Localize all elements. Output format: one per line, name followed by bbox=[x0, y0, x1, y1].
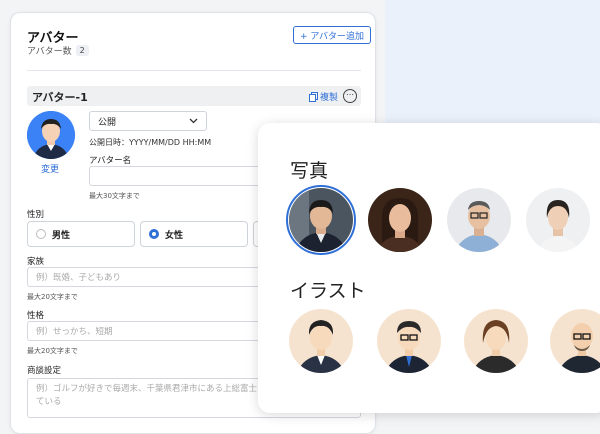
radio-male bbox=[36, 229, 46, 239]
name-label: アバター名 bbox=[89, 156, 132, 166]
gender-label: 性別 bbox=[27, 210, 45, 220]
status-select-value: 公開 bbox=[98, 117, 117, 128]
duplicate-button[interactable]: 複製 bbox=[309, 90, 338, 103]
gender-option-female[interactable]: 女性 bbox=[140, 221, 248, 247]
add-avatar-button[interactable]: + アバター追加 bbox=[293, 26, 372, 44]
duplicate-label: 複製 bbox=[320, 93, 339, 103]
avatar-picker-card: 写真 イラスト bbox=[258, 123, 600, 413]
avatar-image bbox=[27, 111, 75, 159]
family-hint: 最大20文字まで bbox=[27, 293, 78, 301]
radio-female-selected bbox=[149, 229, 159, 239]
illust-option-3[interactable] bbox=[464, 309, 528, 373]
name-hint: 最大30文字まで bbox=[89, 192, 140, 200]
divider bbox=[27, 70, 361, 71]
photo-option-4[interactable] bbox=[526, 188, 590, 252]
avatar-count-label: アバター数 bbox=[27, 47, 72, 57]
personality-hint: 最大20文字まで bbox=[27, 347, 78, 355]
status-select[interactable]: 公開 bbox=[89, 111, 207, 131]
photo-option-2[interactable] bbox=[368, 188, 432, 252]
gender-female-label: 女性 bbox=[165, 230, 184, 241]
gender-option-male[interactable]: 男性 bbox=[27, 221, 135, 247]
illust-option-4[interactable] bbox=[550, 309, 600, 373]
change-avatar-link[interactable]: 変更 bbox=[41, 162, 59, 175]
photo-section-title: 写真 bbox=[290, 160, 329, 182]
illust-option-1[interactable] bbox=[289, 309, 353, 373]
avatar-count: アバター数 2 bbox=[27, 44, 89, 57]
family-label: 家族 bbox=[27, 257, 45, 267]
chevron-down-icon bbox=[189, 118, 198, 124]
illust-section-title: イラスト bbox=[290, 280, 366, 302]
publish-date: 公開日時：YYYY/MM/DD HH:MM bbox=[89, 138, 212, 147]
illust-option-2[interactable] bbox=[377, 309, 441, 373]
talk-label: 商談設定 bbox=[27, 366, 62, 376]
avatar-section-title: アバター-1 bbox=[32, 91, 88, 104]
gender-male-label: 男性 bbox=[52, 230, 71, 241]
avatar-section-header: アバター-1 複製 ⋯ bbox=[27, 86, 361, 106]
personality-label: 性格 bbox=[27, 311, 45, 321]
avatar-count-badge: 2 bbox=[75, 45, 89, 56]
photo-option-3[interactable] bbox=[447, 188, 511, 252]
more-icon[interactable]: ⋯ bbox=[343, 89, 357, 103]
photo-option-1[interactable] bbox=[289, 188, 353, 252]
copy-icon bbox=[309, 91, 318, 102]
